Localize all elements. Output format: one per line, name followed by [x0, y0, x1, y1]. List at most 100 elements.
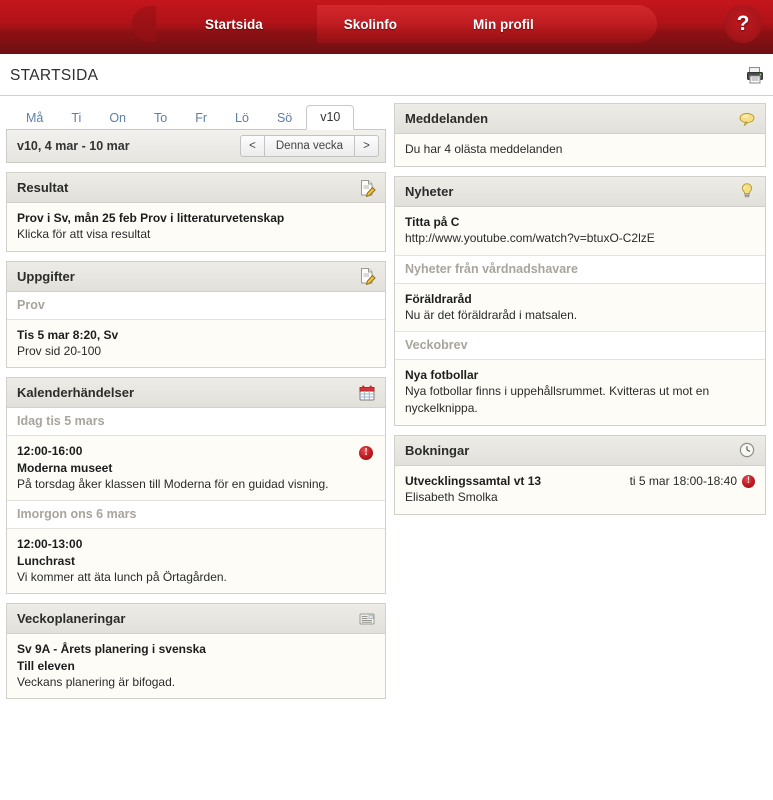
kalender-group-label-row: Idag tis 5 mars [7, 408, 385, 437]
veckoplanering-item[interactable]: Sv 9A - Årets planering i svenska Till e… [7, 634, 385, 698]
uppgifter-item[interactable]: Tis 5 mar 8:20, Sv Prov sid 20-100 [7, 320, 385, 368]
day-tab-lo[interactable]: Lö [221, 106, 263, 130]
help-button[interactable]: ? [721, 3, 765, 45]
nyheter-group-label: Nyheter från vårdnadshavare [405, 261, 578, 276]
panel-bokningar: Bokningar Utvecklingssamtal vt 13 ti 5 m… [394, 434, 766, 515]
veckoplanering-item-text: Veckans planering är bifogad. [17, 674, 176, 689]
panel-nyheter-title: Nyheter [405, 183, 454, 199]
panel-veckoplaneringar: Veckoplaneringar Sv 9A - Årets planering… [6, 603, 386, 700]
kalender-event[interactable]: 12:00-13:00 Lunchrast Vi kommer att äta … [7, 529, 385, 593]
speech-bubble-icon[interactable] [737, 109, 757, 129]
nav-items: Startsida Skolinfo Min profil [0, 0, 534, 48]
panel-kalenderhandelser: Kalenderhändelser Idag tis 5 mars 12:00-… [6, 377, 386, 595]
uppgifter-group-label-row: Prov [7, 291, 385, 320]
next-week-button[interactable]: > [355, 135, 379, 157]
nyheter-item[interactable]: Titta på C http://www.youtube.com/watch?… [395, 207, 765, 256]
clock-icon[interactable] [737, 440, 757, 460]
panel-uppgifter: Uppgifter Prov Tis 5 mar 8:20, Sv Prov s… [6, 260, 386, 369]
day-tabs: Må Ti On To Fr Lö Sö v10 [6, 103, 386, 130]
panel-veckoplaneringar-header: Veckoplaneringar [7, 604, 385, 635]
panel-uppgifter-header: Uppgifter [7, 261, 385, 292]
planning-document-icon[interactable] [357, 609, 377, 629]
day-tab-week-v10[interactable]: v10 [306, 105, 355, 130]
day-tab-on[interactable]: On [95, 106, 140, 130]
meddelanden-item-text: Du har 4 olästa meddelanden [405, 142, 563, 156]
edit-document-icon[interactable] [357, 266, 377, 286]
week-navigation-bar: v10, 4 mar - 10 mar < Denna vecka > [6, 130, 386, 163]
kalender-event-time: 12:00-13:00 [17, 537, 83, 552]
kalender-event[interactable]: 12:00-16:00 Moderna museet På torsdag åk… [7, 436, 385, 502]
panel-nyheter: Nyheter Titta på C http://www.youtube.co… [394, 175, 766, 426]
printer-icon[interactable] [745, 65, 765, 85]
week-range-label: v10, 4 mar - 10 mar [17, 139, 130, 153]
kalender-group-label-row: Imorgon ons 6 mars [7, 501, 385, 530]
nav-item-startsida[interactable]: Startsida [205, 17, 263, 32]
day-tab-ti[interactable]: Ti [57, 106, 95, 130]
bokningar-item-left: Utvecklingssamtal vt 13 [405, 473, 630, 489]
nyheter-item[interactable]: Nya fotbollar Nya fotbollar finns i uppe… [395, 360, 765, 424]
nyheter-item-text: Nu är det föräldraråd i matsalen. [405, 307, 578, 322]
nyheter-group-label-row: Nyheter från vårdnadshavare [395, 255, 765, 284]
panel-bokningar-title: Bokningar [405, 442, 470, 458]
nyheter-item-text: http://www.youtube.com/watch?v=btuxO-C2l… [405, 230, 655, 245]
kalender-event-time: 12:00-16:00 [17, 444, 83, 459]
panel-meddelanden-title: Meddelanden [405, 111, 489, 126]
panel-veckoplaneringar-title: Veckoplaneringar [17, 611, 126, 627]
bokningar-item-title: Utvecklingssamtal vt 13 [405, 473, 542, 488]
panel-nyheter-header: Nyheter [395, 176, 765, 207]
nyheter-item-text: Nya fotbollar finns i uppehållsrummet. K… [405, 384, 710, 415]
panel-resultat-header: Resultat [7, 173, 385, 203]
uppgifter-item-title: Tis 5 mar 8:20, Sv [17, 327, 119, 342]
nyheter-item-title: Titta på C [405, 214, 460, 229]
panel-kalenderhandelser-title: Kalenderhändelser [17, 385, 135, 401]
panel-uppgifter-title: Uppgifter [17, 268, 75, 284]
right-column: Meddelanden Du har 4 olästa meddelanden … [394, 103, 766, 708]
kalender-group-label: Idag tis 5 mars [17, 414, 105, 429]
resultat-item[interactable]: Prov i Sv, mån 25 feb Prov i litteraturv… [7, 203, 385, 251]
day-tab-fr[interactable]: Fr [181, 106, 221, 130]
nyheter-group-label: Veckobrev [405, 338, 468, 353]
kalender-event-title: Lunchrast [17, 553, 76, 568]
nav-item-skolinfo[interactable]: Skolinfo [344, 17, 397, 32]
uppgifter-item-text: Prov sid 20-100 [17, 343, 102, 358]
nyheter-group-label-row: Veckobrev [395, 332, 765, 361]
current-week-button[interactable]: Denna vecka [264, 135, 355, 157]
nav-item-min-profil[interactable]: Min profil [473, 17, 534, 32]
resultat-item-text: Klicka för att visa resultat [17, 227, 151, 242]
edit-document-icon[interactable] [357, 178, 377, 198]
kalender-event-text: Vi kommer att äta lunch på Örtagården. [17, 569, 227, 584]
nyheter-item-title: Föräldraråd [405, 291, 472, 306]
bokningar-item[interactable]: Utvecklingssamtal vt 13 ti 5 mar 18:00-1… [395, 466, 765, 514]
panel-meddelanden-header: Meddelanden [395, 104, 765, 134]
panel-kalenderhandelser-header: Kalenderhändelser [7, 378, 385, 409]
panel-meddelanden: Meddelanden Du har 4 olästa meddelanden [394, 103, 766, 167]
bokningar-item-person: Elisabeth Smolka [405, 489, 498, 504]
left-column: Må Ti On To Fr Lö Sö v10 v10, 4 mar - 10… [6, 103, 386, 708]
day-tab-ma[interactable]: Må [12, 106, 57, 130]
page-content: Må Ti On To Fr Lö Sö v10 v10, 4 mar - 10… [0, 96, 773, 708]
lightbulb-icon[interactable] [737, 181, 757, 201]
previous-week-button[interactable]: < [240, 135, 265, 157]
alert-icon[interactable]: ! [742, 474, 755, 488]
page-header: STARTSIDA [0, 56, 773, 96]
panel-resultat: Resultat Prov i Sv, mån 25 feb Prov i li… [6, 172, 386, 252]
calendar-icon[interactable] [357, 383, 377, 403]
nyheter-item-title: Nya fotbollar [405, 368, 479, 383]
veckoplanering-item-sub: Till eleven [17, 658, 75, 673]
veckoplanering-item-title: Sv 9A - Årets planering i svenska [17, 642, 206, 657]
meddelanden-item[interactable]: Du har 4 olästa meddelanden [395, 134, 765, 166]
day-tab-to[interactable]: To [140, 106, 181, 130]
resultat-item-title: Prov i Sv, mån 25 feb Prov i litteraturv… [17, 211, 285, 225]
bokningar-item-time: ti 5 mar 18:00-18:40 [629, 473, 737, 488]
week-buttons: < Denna vecka > [240, 135, 379, 157]
panel-bokningar-header: Bokningar [395, 435, 765, 466]
nyheter-item[interactable]: Föräldraråd Nu är det föräldraråd i mats… [395, 284, 765, 333]
panel-resultat-title: Resultat [17, 180, 69, 195]
page-title: STARTSIDA [10, 67, 99, 84]
day-tab-so[interactable]: Sö [263, 106, 306, 130]
uppgifter-group-label: Prov [17, 297, 45, 312]
help-icon: ? [724, 5, 762, 43]
kalender-group-label: Imorgon ons 6 mars [17, 507, 137, 522]
kalender-event-title: Moderna museet [17, 460, 113, 475]
bokningar-item-row: Utvecklingssamtal vt 13 ti 5 mar 18:00-1… [405, 473, 755, 489]
